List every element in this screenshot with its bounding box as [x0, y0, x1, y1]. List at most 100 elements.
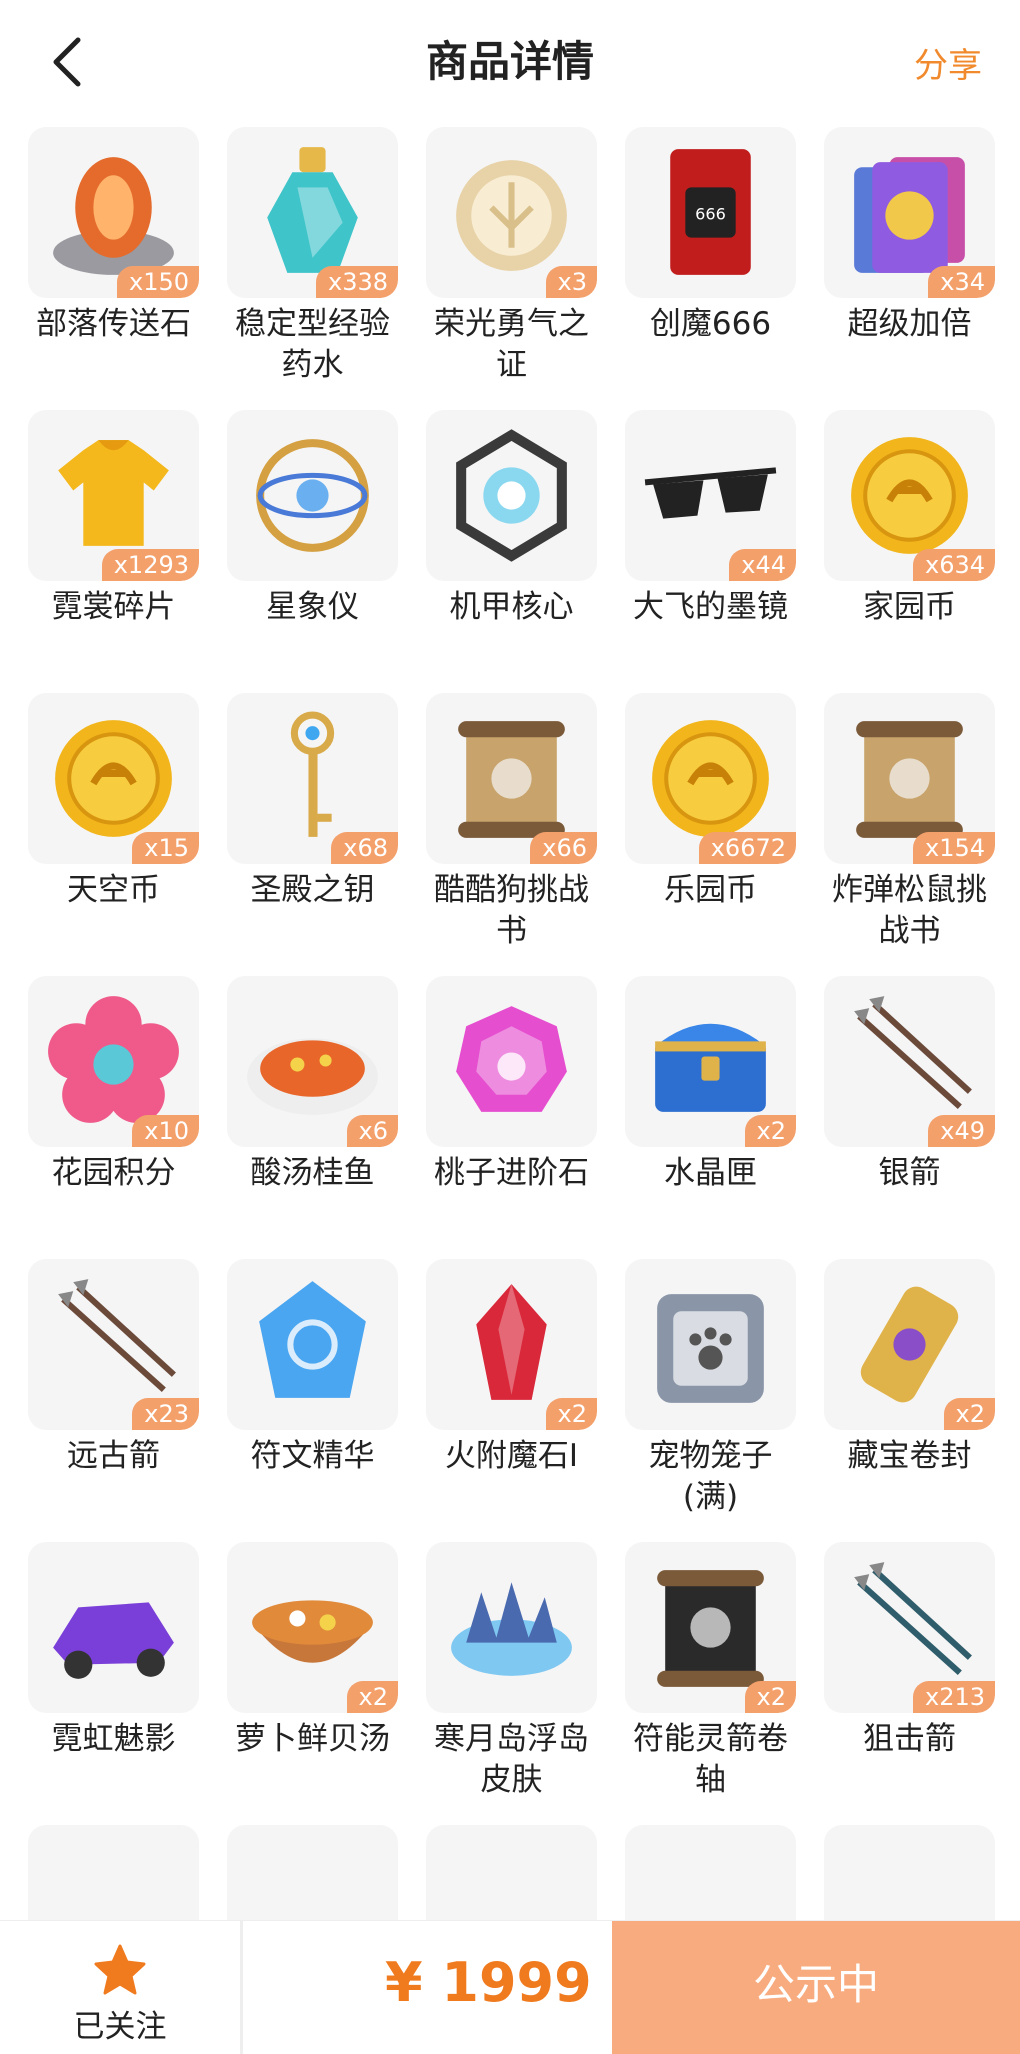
item-name: 部落传送石	[36, 306, 191, 342]
item-thumbnail	[625, 1259, 796, 1430]
quantity-badge: x2	[545, 1398, 597, 1430]
item-name: 稳定型经验药水	[235, 306, 390, 383]
item-card[interactable]: x68 圣殿之钥	[227, 693, 398, 976]
item-name: 桃子进阶石	[434, 1155, 589, 1191]
share-button[interactable]: 分享	[914, 38, 982, 87]
item-thumbnail: x10	[28, 976, 199, 1147]
item-card[interactable]	[426, 1825, 597, 1920]
item-card[interactable]: x66 酷酷狗挑战书	[426, 693, 597, 976]
quantity-badge: x3	[545, 266, 597, 298]
item-grid-viewport: x2疯疯兔进阶石x2风符文矿精x2反引力结晶x2淘气仙灵进阶石x14反引力碎晶x…	[0, 0, 1020, 1920]
item-name: 机甲核心	[449, 589, 574, 625]
item-card[interactable]: 星象仪	[227, 410, 398, 693]
item-card[interactable]: x34 超级加倍	[824, 127, 995, 410]
quantity-badge: x338	[315, 266, 398, 298]
quantity-badge: x49	[928, 1115, 995, 1147]
item-name: 乐园币	[664, 872, 757, 908]
quantity-badge: x154	[912, 832, 995, 864]
item-thumbnail: x3	[426, 127, 597, 298]
quantity-badge: x6672	[698, 832, 796, 864]
item-card[interactable]: x3 荣光勇气之证	[426, 127, 597, 410]
item-thumbnail: x150	[28, 127, 199, 298]
item-card[interactable]: 寒月岛浮岛皮肤	[426, 1542, 597, 1825]
item-card[interactable]: x15 天空币	[28, 693, 199, 976]
item-card[interactable]: x23 远古箭	[28, 1259, 199, 1542]
quantity-badge: x2	[943, 1398, 995, 1430]
item-name: 大飞的墨镜	[633, 589, 788, 625]
item-card[interactable]: x2 火附魔石I	[426, 1259, 597, 1542]
price-label: ¥ 1999	[385, 1951, 592, 2014]
quantity-badge: x23	[132, 1398, 199, 1430]
item-thumbnail	[426, 1542, 597, 1713]
item-grid: x2疯疯兔进阶石x2风符文矿精x2反引力结晶x2淘气仙灵进阶石x14反引力碎晶x…	[28, 0, 998, 1920]
item-thumbnail: x6672	[625, 693, 796, 864]
item-card[interactable]: x49 银箭	[824, 976, 995, 1259]
item-card[interactable]: 机甲核心	[426, 410, 597, 693]
gem-stone-icon	[456, 1006, 567, 1112]
item-name: 星象仪	[266, 589, 359, 625]
item-card[interactable]: x6672 乐园币	[625, 693, 796, 976]
star-icon	[94, 1944, 146, 1995]
item-card[interactable]: x2 藏宝卷封	[824, 1259, 995, 1542]
item-card[interactable]	[824, 1825, 995, 1920]
item-thumbnail	[227, 1825, 398, 1920]
item-thumbnail	[426, 1825, 597, 1920]
item-card[interactable]: x1293 霓裳碎片	[28, 410, 199, 693]
item-thumbnail: x23	[28, 1259, 199, 1430]
island-icon	[451, 1582, 572, 1676]
item-name: 天空币	[67, 872, 160, 908]
item-thumbnail: x2	[625, 976, 796, 1147]
item-card[interactable]: x6 酸汤桂鱼	[227, 976, 398, 1259]
item-thumbnail: x49	[824, 976, 995, 1147]
item-card[interactable]: x44 大飞的墨镜	[625, 410, 796, 693]
page-title: 商品详情	[425, 37, 594, 86]
vehicle-icon	[53, 1602, 174, 1679]
item-card[interactable]	[28, 1825, 199, 1920]
back-arrow-icon[interactable]	[44, 34, 94, 90]
item-name: 远古箭	[67, 1438, 160, 1474]
item-name: 家园币	[863, 589, 956, 625]
quantity-badge: x213	[912, 1681, 995, 1713]
item-thumbnail: x6	[227, 976, 398, 1147]
follow-button[interactable]: 已关注	[0, 1921, 240, 2054]
item-name: 水晶匣	[664, 1155, 757, 1191]
item-card[interactable]: 霓虹魅影	[28, 1542, 199, 1825]
item-card[interactable]: x2 符能灵箭卷轴	[625, 1542, 796, 1825]
item-name: 萝卜鲜贝汤	[235, 1721, 390, 1757]
item-thumbnail: x2	[426, 1259, 597, 1430]
item-thumbnail: x34	[824, 127, 995, 298]
item-name: 银箭	[878, 1155, 941, 1191]
item-card[interactable]: 符文精华	[227, 1259, 398, 1542]
item-card[interactable]: x634 家园币	[824, 410, 995, 693]
quantity-badge: x34	[928, 266, 995, 298]
top-nav-bar: 商品详情 分享	[0, 0, 1020, 124]
item-name: 荣光勇气之证	[434, 306, 589, 383]
pet-cage-icon	[657, 1294, 764, 1403]
item-card[interactable]	[227, 1825, 398, 1920]
item-thumbnail: x338	[227, 127, 398, 298]
item-card[interactable]: x154 炸弹松鼠挑战书	[824, 693, 995, 976]
item-thumbnail: x154	[824, 693, 995, 864]
item-thumbnail: x213	[824, 1542, 995, 1713]
astrolabe-icon	[256, 439, 369, 552]
item-card[interactable]: x338 稳定型经验药水	[227, 127, 398, 410]
item-card[interactable]: 宠物笼子(满)	[625, 1259, 796, 1542]
quantity-badge: x66	[530, 832, 597, 864]
item-name: 藏宝卷封	[847, 1438, 972, 1474]
svg-text:666: 666	[695, 205, 726, 224]
quantity-badge: x68	[331, 832, 398, 864]
item-card[interactable]	[625, 1825, 796, 1920]
item-card[interactable]: x2 萝卜鲜贝汤	[227, 1542, 398, 1825]
item-card[interactable]: x10 花园积分	[28, 976, 199, 1259]
item-card[interactable]: x2 水晶匣	[625, 976, 796, 1259]
quantity-badge: x2	[744, 1115, 796, 1147]
item-name: 符文精华	[250, 1438, 375, 1474]
item-card[interactable]: x213 狙击箭	[824, 1542, 995, 1825]
item-card[interactable]: 桃子进阶石	[426, 976, 597, 1259]
item-name: 花园积分	[51, 1155, 176, 1191]
item-thumbnail: x634	[824, 410, 995, 581]
item-card[interactable]: 666 创魔666	[625, 127, 796, 410]
item-thumbnail: x2	[824, 1259, 995, 1430]
status-button[interactable]: 公示中	[612, 1921, 1020, 2054]
item-card[interactable]: x150 部落传送石	[28, 127, 199, 410]
